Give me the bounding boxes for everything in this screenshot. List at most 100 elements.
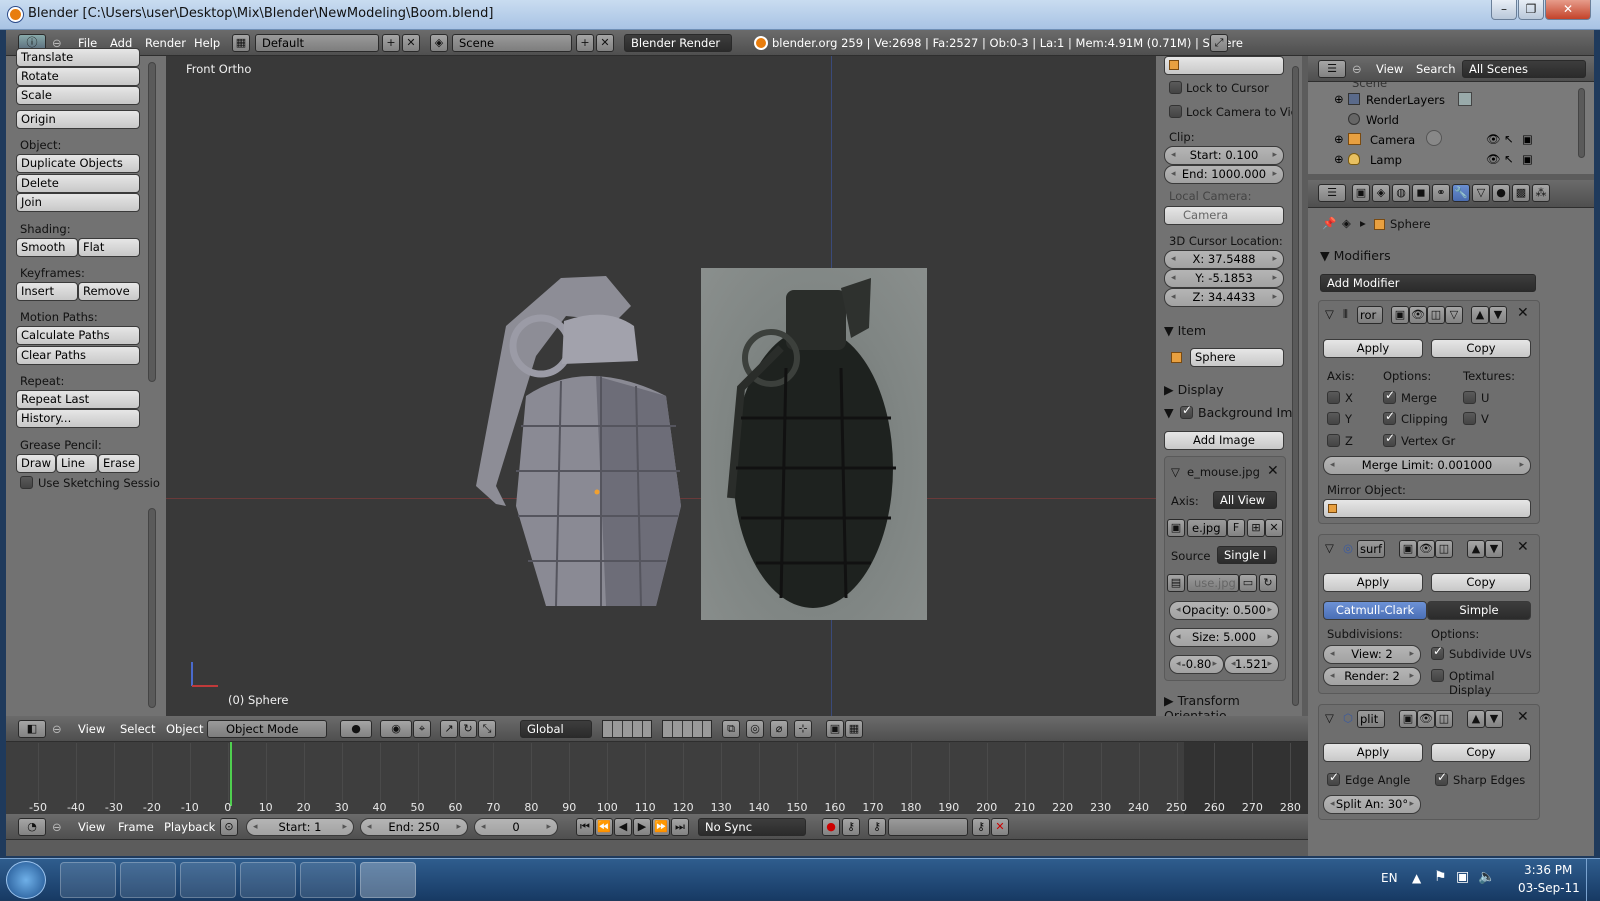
mirror-name-field[interactable]: ror [1357,306,1383,324]
editmode-toggle-icon[interactable]: ◫ [1435,710,1453,728]
tool-shelf-scrollbar-lower[interactable] [148,508,156,708]
menu-search[interactable]: Search [1416,62,1456,76]
translate-manipulator-icon[interactable]: ↗ [440,720,458,738]
properties-panel-scrollbar[interactable] [1292,66,1299,706]
menu-select[interactable]: Select [120,722,155,736]
subsurf-apply-button[interactable]: Apply [1323,573,1423,592]
edgesplit-apply-button[interactable]: Apply [1323,743,1423,762]
manipulator-toggle-icon[interactable]: ⌖ [413,720,431,738]
expand-icon[interactable]: ⊕ [1334,92,1344,106]
draw-button[interactable]: Draw [16,454,56,473]
image-short-field[interactable]: e.jpg [1187,519,1227,537]
close-button[interactable]: ✕ [1545,0,1591,20]
cursor-y-field[interactable]: Y: -5.1853 [1164,269,1284,288]
clip-start-field[interactable]: Start: 0.100 [1164,146,1284,165]
render-toggle-icon[interactable]: ▣ [1399,540,1417,558]
subsurf-name-field[interactable]: surf [1357,540,1385,558]
translate-button[interactable]: Translate [16,48,140,67]
next-keyframe-icon[interactable]: ⏩ [652,818,670,836]
maximize-button[interactable]: ❐ [1518,0,1544,20]
play-reverse-icon[interactable]: ◀ [614,818,632,836]
fake-user-button[interactable]: F [1227,519,1245,537]
render-toggle-icon[interactable]: ▣ [1391,306,1409,324]
folder-icon[interactable]: ▭ [1239,574,1257,592]
edgesplit-copy-button[interactable]: Copy [1431,743,1531,762]
collapse-modifier-icon[interactable]: ▽ [1325,711,1334,725]
language-indicator[interactable]: EN [1381,871,1398,885]
taskbar-blender-icon[interactable] [360,862,416,898]
clock-date[interactable]: 03-Sep-11 [1518,881,1580,895]
collapse-icon[interactable]: ⊖ [1352,62,1362,76]
scene-select[interactable]: Scene [452,34,572,52]
insert-keyframe-button[interactable]: Insert [16,282,78,301]
add-layout-icon[interactable]: + [382,34,400,52]
sync-select[interactable]: No Sync [698,818,806,836]
lock-cursor-checkbox[interactable] [1169,81,1182,94]
move-down-icon[interactable]: ▼ [1485,540,1503,558]
axis-x-checkbox[interactable] [1327,391,1340,404]
split-angle-field[interactable]: Split An: 30° [1323,795,1421,814]
editor-type-timeline-icon[interactable]: ◔ [18,818,46,836]
remove-scene-icon[interactable]: ✕ [596,34,614,52]
taskbar-paint-icon[interactable] [300,862,356,898]
outliner[interactable]: Scene ⊕ RenderLayers World ⊕ Camera 👁 ↖ … [1308,82,1594,174]
particles-tab-icon[interactable]: ⁂ [1532,184,1550,202]
mode-select[interactable]: Object Mode [207,720,327,738]
source-select[interactable]: Single I [1217,546,1277,564]
scale-manipulator-icon[interactable]: ⤡ [478,720,496,738]
item-section[interactable]: ▼ Item [1164,323,1206,338]
background-checkbox[interactable] [1180,403,1193,419]
keyingset-icon[interactable]: ⚷ [868,818,886,836]
cursor-x-field[interactable]: X: 37.5488 [1164,250,1284,269]
viewport-toggle-icon[interactable]: 👁 [1409,306,1427,324]
sketching-checkbox[interactable] [20,476,33,489]
layer-buttons-icon[interactable] [602,720,652,738]
filepath-field[interactable]: use.jpg [1187,574,1239,592]
pivot-point-icon[interactable]: ◉ [380,720,412,738]
duplicate-objects-button[interactable]: Duplicate Objects [16,154,140,173]
record-icon[interactable]: ● [822,818,840,836]
erase-button[interactable]: Erase [98,454,140,473]
minimize-button[interactable]: – [1491,0,1517,20]
fullscreen-icon[interactable]: ⤢ [1210,34,1228,52]
grenade-mesh[interactable] [466,276,696,626]
remove-image-icon[interactable]: ✕ [1267,463,1279,479]
smooth-button[interactable]: Smooth [16,238,78,257]
size-field[interactable]: Size: 5.000 [1169,628,1279,647]
render-levels-field[interactable]: Render: 2 [1323,667,1421,686]
object-tab-icon[interactable]: ◼ [1412,184,1430,202]
move-up-icon[interactable]: ▲ [1467,540,1485,558]
outliner-world[interactable]: World [1366,113,1399,127]
pin-icon[interactable]: 📌 [1322,216,1336,230]
scene-icon[interactable]: ◈ [430,34,448,52]
subdivide-uvs-checkbox[interactable] [1431,644,1444,660]
visibility-eye-icon[interactable]: 👁 [1486,132,1501,146]
render-preview-icon[interactable]: ▣ [826,720,844,738]
modifiers-section[interactable]: ▼ Modifiers [1320,248,1391,263]
line-button[interactable]: Line [56,454,98,473]
menu-render[interactable]: Render [145,36,186,50]
axis-z-checkbox[interactable] [1327,434,1340,447]
edge-angle-checkbox[interactable] [1327,770,1340,786]
select-cursor-icon[interactable]: ↖ [1504,132,1514,146]
remove-modifier-icon[interactable]: ✕ [1517,305,1529,321]
layer-lock-icon[interactable]: ⧉ [722,720,740,738]
rotate-manipulator-icon[interactable]: ↻ [459,720,477,738]
cage-toggle-icon[interactable]: ▽ [1445,306,1463,324]
tool-shelf-scrollbar[interactable] [148,62,156,382]
scale-button[interactable]: Scale [16,86,140,105]
flag-icon[interactable]: ⚑ [1434,869,1447,885]
window-titlebar[interactable]: Blender [C:\Users\user\Desktop\Mix\Blend… [0,0,1600,30]
play-icon[interactable]: ▶ [633,818,651,836]
outliner-scrollbar[interactable] [1578,88,1585,158]
editor-type-properties-icon[interactable]: ☰ [1318,184,1346,202]
remove-layout-icon[interactable]: ✕ [402,34,420,52]
outliner-renderlayers[interactable]: RenderLayers [1366,93,1445,107]
edgesplit-name-field[interactable]: plit [1357,710,1385,728]
menu-playback[interactable]: Playback [164,820,215,834]
merge-limit-field[interactable]: Merge Limit: 0.001000 [1323,456,1531,475]
show-desktop-button[interactable] [1586,859,1600,901]
visibility-eye-icon[interactable]: 👁 [1486,152,1501,166]
snap-element-icon[interactable]: ⊹ [794,720,812,738]
current-frame-field[interactable]: 0 [474,818,558,836]
